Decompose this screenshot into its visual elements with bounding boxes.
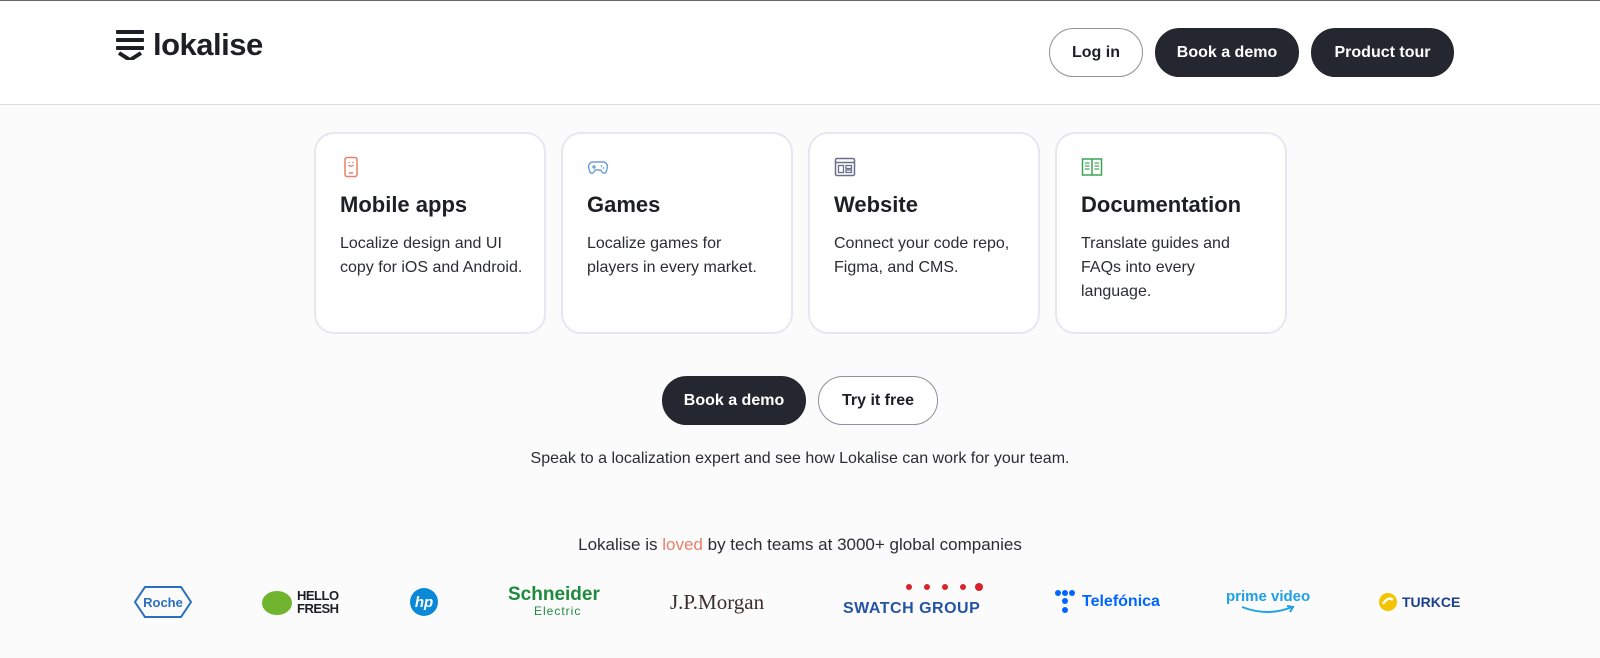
open-book-icon (1081, 158, 1103, 176)
card-mobile-apps[interactable]: Mobile apps Localize design and UI copy … (314, 132, 546, 334)
jpmorgan-logo: J.P.Morgan (670, 580, 764, 624)
telefonica-text: Telefónica (1082, 593, 1160, 610)
hellofresh-text-2: FRESH (297, 601, 339, 616)
lokalise-logo[interactable]: lokalise (116, 29, 263, 60)
card-games[interactable]: Games Localize games for players in ever… (561, 132, 793, 334)
product-tour-button[interactable]: Product tour (1311, 28, 1454, 77)
telefonica-logo: Telefónica (1054, 580, 1160, 624)
prime-smile-icon (1241, 605, 1295, 613)
cta-note: Speak to a localization expert and see h… (530, 450, 1070, 467)
lime-icon (262, 591, 292, 615)
telefonica-dots-icon (1055, 590, 1075, 613)
card-title: Documentation (1081, 192, 1242, 217)
lokalise-logo-icon (116, 29, 144, 60)
header-nav: Log in Book a demo Product tour (1049, 28, 1454, 77)
roche-logo: Roche (133, 580, 193, 624)
prime-video-text: prime video (1226, 588, 1311, 605)
card-text: Localize design and UI copy for iOS and … (340, 235, 523, 276)
loved-suffix: by tech teams at 3000+ global companies (702, 535, 1022, 554)
swatch-group-logo: SWATCH GROUP (843, 580, 983, 624)
logo-text: lokalise (153, 27, 263, 62)
prime-video-logo: prime video (1226, 580, 1310, 624)
card-text: Localize games for players in every mark… (587, 235, 757, 276)
gamepad-icon (587, 161, 609, 174)
loved-tagline: Lokalise is loved by tech teams at 3000+… (0, 535, 1600, 555)
swatch-dots-icon (906, 583, 983, 591)
card-title: Games (587, 192, 661, 217)
card-text: Connect your code repo, Figma, and CMS. (834, 235, 1010, 276)
cta-buttons: Book a demo Try it free (0, 376, 1600, 425)
cta-book-demo-button[interactable]: Book a demo (662, 376, 806, 425)
card-text: Translate guides and FAQs into every lan… (1081, 235, 1230, 300)
hellofresh-logo: HELLO FRESH (261, 580, 339, 624)
card-title: Website (834, 192, 918, 217)
turkcell-icon (1379, 593, 1397, 611)
schneider-electric-logo: Schneider Electric (508, 580, 600, 624)
card-website[interactable]: Website Connect your code repo, Figma, a… (808, 132, 1040, 334)
turkcell-text: TURKCE (1402, 594, 1461, 610)
jpmorgan-text: J.P.Morgan (670, 589, 765, 614)
site-header: lokalise Log in Book a demo Product tour (0, 1, 1600, 105)
card-title: Mobile apps (340, 192, 468, 217)
login-button[interactable]: Log in (1049, 28, 1143, 77)
use-case-cards: Mobile apps Localize design and UI copy … (314, 132, 1287, 334)
loved-accent: loved (662, 535, 703, 554)
try-free-button[interactable]: Try it free (818, 376, 938, 425)
schneider-text: Schneider (508, 584, 600, 605)
customer-logos: Roche HELLO FRESH hp Schneider Electric … (0, 580, 1600, 628)
hp-logo-text: hp (410, 588, 438, 616)
turkcell-logo: TURKCE (1378, 580, 1460, 624)
electric-text: Electric (534, 604, 582, 618)
browser-window-icon (834, 157, 856, 177)
book-demo-button[interactable]: Book a demo (1155, 28, 1299, 77)
hp-logo: hp (410, 580, 438, 624)
roche-logo-text: Roche (143, 594, 183, 610)
card-documentation[interactable]: Documentation Translate guides and FAQs … (1055, 132, 1287, 334)
mobile-phone-icon (344, 156, 358, 178)
loved-prefix: Lokalise is (578, 535, 663, 554)
